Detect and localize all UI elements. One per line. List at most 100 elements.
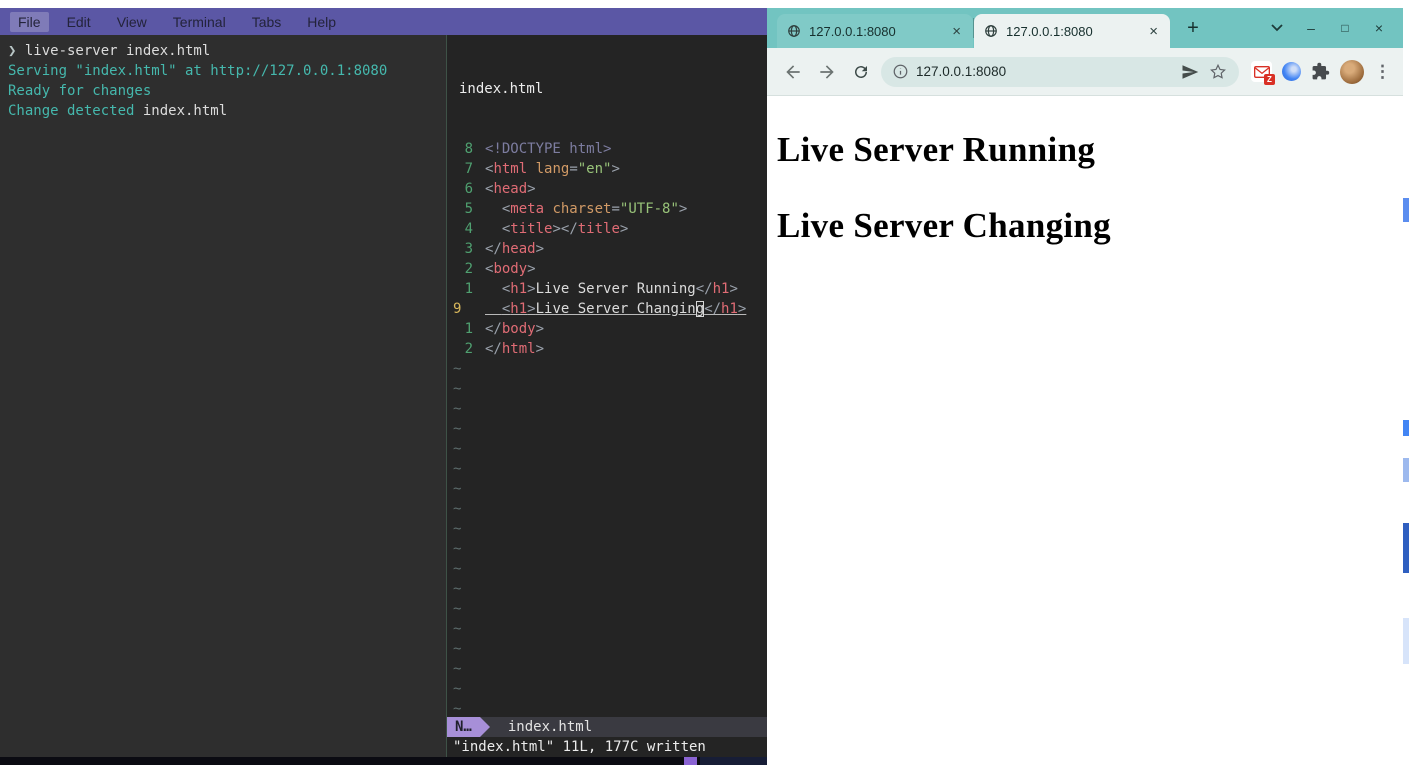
menu-item-edit[interactable]: Edit [59, 12, 99, 32]
send-to-device-icon[interactable] [1181, 63, 1199, 81]
code-line[interactable]: 4 <title></title> [447, 219, 767, 239]
code-token [527, 161, 535, 177]
code-token: html [502, 341, 536, 357]
code-token: Live Server Changin [536, 301, 696, 317]
code-token [485, 201, 502, 217]
new-tab-button[interactable]: + [1180, 15, 1206, 41]
code-token [485, 281, 502, 297]
vim-mode-badge: N… [447, 717, 480, 737]
empty-line-tilde: ~ [447, 579, 767, 599]
code-line[interactable]: 8<!DOCTYPE html> [447, 139, 767, 159]
profile-avatar[interactable] [1340, 60, 1364, 84]
window-fragment [1403, 458, 1409, 482]
terminal-text: Ready for changes [8, 83, 151, 99]
code-token: > [679, 201, 687, 217]
code-line[interactable]: 2</html> [447, 339, 767, 359]
window-fragment [1403, 420, 1409, 436]
code-text: </html> [485, 339, 544, 359]
page-content: Live Server RunningLive Server Changing [767, 96, 1403, 765]
code-line[interactable]: 1 <h1>Live Server Running</h1> [447, 279, 767, 299]
extensions-puzzle-icon[interactable] [1311, 62, 1330, 81]
browser-tab[interactable]: 127.0.0.1:8080× [777, 14, 973, 48]
code-text: <head> [485, 179, 536, 199]
globe-favicon-icon [984, 24, 998, 38]
editor-lines: index.html 8<!DOCTYPE html>7<html lang="… [447, 35, 767, 717]
browser-window: 127.0.0.1:8080×127.0.0.1:8080× + – □ × 1… [767, 8, 1403, 765]
line-number: 1 [447, 319, 485, 339]
code-token: > [527, 281, 535, 297]
code-token: h1 [713, 281, 730, 297]
line-number: 8 [447, 139, 485, 159]
minimize-button[interactable]: – [1301, 18, 1321, 38]
empty-line-tilde: ~ [447, 539, 767, 559]
terminal-menubar: File Edit View Terminal Tabs Help [0, 8, 767, 35]
tab-close-icon[interactable]: × [950, 22, 963, 41]
empty-line-tilde: ~ [447, 379, 767, 399]
code-text: <meta charset="UTF-8"> [485, 199, 687, 219]
code-token: body [493, 261, 527, 277]
code-token: > [729, 281, 737, 297]
code-line[interactable]: 1</body> [447, 319, 767, 339]
empty-line-tilde: ~ [447, 599, 767, 619]
menu-item-view[interactable]: View [109, 12, 155, 32]
code-line[interactable]: 9 <h1>Live Server Changing</h1> [447, 299, 767, 319]
code-line[interactable]: 7<html lang="en"> [447, 159, 767, 179]
code-token: charset [552, 201, 611, 217]
code-token: </ [485, 341, 502, 357]
site-info-icon[interactable] [893, 64, 908, 79]
code-token: body [502, 321, 536, 337]
terminal-line: Ready for changes [8, 81, 446, 101]
menu-item-help[interactable]: Help [299, 12, 344, 32]
empty-line-tilde: ~ [447, 359, 767, 379]
statusline-filename: index.html [508, 717, 592, 737]
window-controls: – □ × [1267, 8, 1403, 48]
tab-close-icon[interactable]: × [1147, 22, 1160, 41]
mail-extension-icon[interactable]: Z [1251, 61, 1272, 82]
browser-menu-icon[interactable]: ⋮ [1374, 62, 1391, 82]
empty-line-tilde: ~ [447, 639, 767, 659]
bookmark-star-icon[interactable] [1209, 63, 1227, 81]
forward-button[interactable] [813, 58, 841, 86]
line-number: 5 [447, 199, 485, 219]
code-token: > [620, 221, 628, 237]
vim-editor-pane[interactable]: index.html 8<!DOCTYPE html>7<html lang="… [446, 35, 767, 757]
code-token: head [502, 241, 536, 257]
tab-search-chevron-icon[interactable] [1267, 18, 1287, 38]
code-token: </ [704, 301, 721, 317]
code-line[interactable]: 5 <meta charset="UTF-8"> [447, 199, 767, 219]
code-text: <body> [485, 259, 536, 279]
vim-cursor[interactable]: g [696, 301, 704, 317]
extensions-area: Z ⋮ [1245, 60, 1391, 84]
close-window-button[interactable]: × [1369, 18, 1389, 38]
window-fragment [1403, 523, 1409, 573]
back-button[interactable] [779, 58, 807, 86]
menu-item-terminal[interactable]: Terminal [165, 12, 234, 32]
blue-extension-icon[interactable] [1282, 62, 1301, 81]
vim-statusline: N… index.html [447, 717, 767, 737]
page-heading: Live Server Running [777, 130, 1395, 170]
url-text[interactable]: 127.0.0.1:8080 [916, 64, 1173, 79]
code-line[interactable]: 2<body> [447, 259, 767, 279]
browser-tab[interactable]: 127.0.0.1:8080 × [974, 14, 1170, 48]
menu-item-file[interactable]: File [10, 12, 49, 32]
code-token: > [611, 161, 619, 177]
maximize-button[interactable]: □ [1335, 18, 1355, 38]
terminal-line: Change detected index.html [8, 101, 446, 121]
address-bar[interactable]: 127.0.0.1:8080 [881, 57, 1239, 87]
reload-button[interactable] [847, 58, 875, 86]
menu-item-tabs[interactable]: Tabs [244, 12, 290, 32]
code-line[interactable]: 6<head> [447, 179, 767, 199]
terminal-output[interactable]: ❯ live-server index.htmlServing "index.h… [0, 35, 446, 757]
empty-line-tilde: ~ [447, 659, 767, 679]
window-fragment [1403, 618, 1409, 664]
empty-line-tilde: ~ [447, 499, 767, 519]
editor-filename: index.html [447, 79, 767, 99]
code-line[interactable]: 3</head> [447, 239, 767, 259]
tab-strip: 127.0.0.1:8080×127.0.0.1:8080× [777, 8, 1170, 48]
line-number: 7 [447, 159, 485, 179]
code-token [485, 301, 502, 317]
globe-favicon-icon [787, 24, 801, 38]
code-token: > [536, 321, 544, 337]
tab-title: 127.0.0.1:8080 [1006, 24, 1139, 39]
code-token: </ [485, 321, 502, 337]
